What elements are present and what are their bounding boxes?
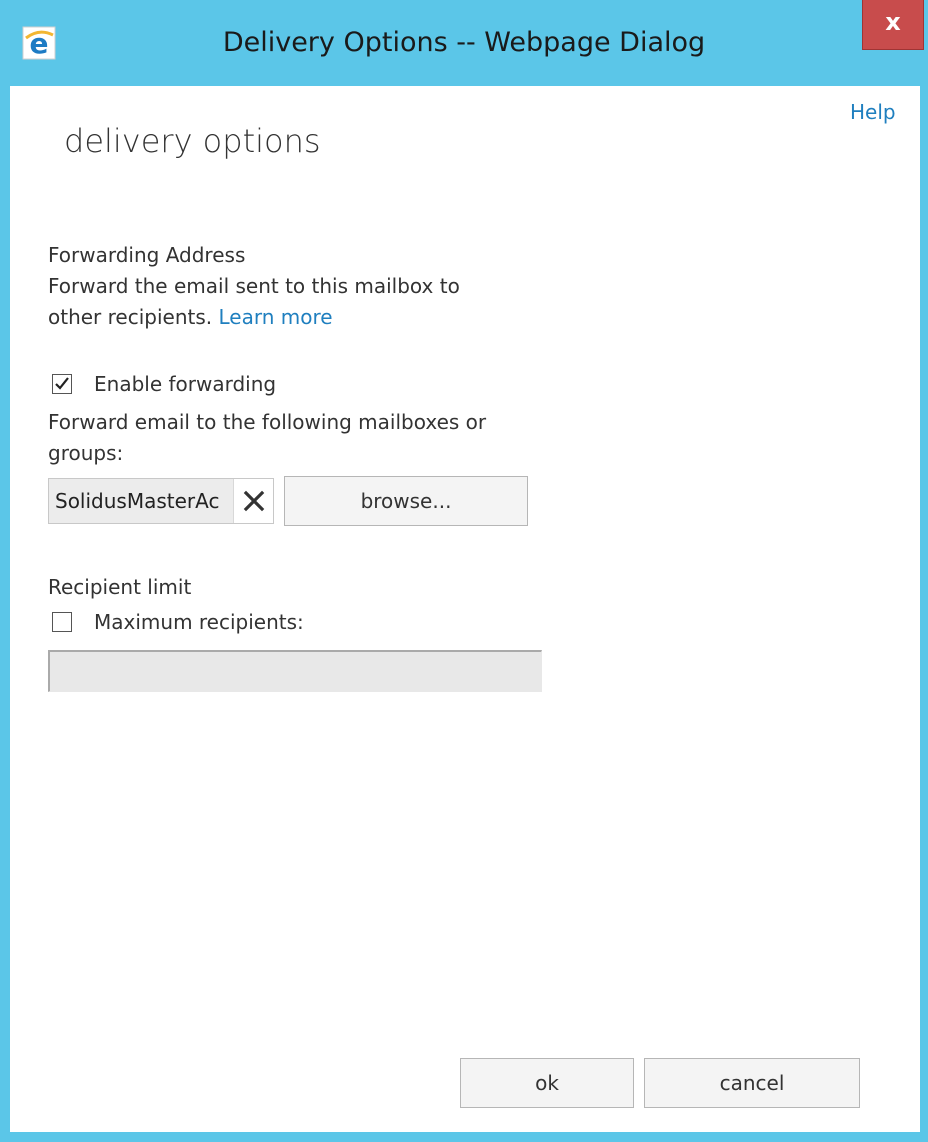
cancel-button[interactable]: cancel [644, 1058, 860, 1108]
maximum-recipients-label[interactable]: Maximum recipients: [94, 607, 304, 638]
maximum-recipients-checkbox[interactable] [52, 612, 72, 632]
enable-forwarding-checkbox[interactable] [52, 374, 72, 394]
forward-to-label: Forward email to the following mailboxes… [48, 410, 487, 434]
close-button[interactable]: x [862, 0, 924, 50]
enable-forwarding-label[interactable]: Enable forwarding [94, 369, 276, 400]
recipient-chip[interactable]: SolidusMasterAc [48, 478, 274, 524]
internet-explorer-icon: e [22, 26, 56, 60]
page-title: delivery options [64, 122, 321, 160]
forwarding-description-line2: other recipients. Learn more [48, 302, 333, 333]
forwarding-section-title: Forwarding Address [48, 243, 246, 267]
help-link[interactable]: Help [850, 100, 896, 124]
dialog-content: Help delivery options Forwarding Address… [10, 86, 920, 1132]
forwarding-description-text: other recipients. [48, 305, 213, 329]
title-bar[interactable]: Delivery Options -- Webpage Dialog e x [0, 0, 928, 86]
maximum-recipients-input [48, 650, 542, 692]
close-icon: x [885, 8, 901, 36]
browse-button[interactable]: browse... [284, 476, 528, 526]
learn-more-link[interactable]: Learn more [219, 305, 333, 329]
checkmark-icon [55, 377, 69, 390]
dialog-window: Delivery Options -- Webpage Dialog e x H… [0, 0, 928, 1142]
forwarding-description: Forward the email sent to this mailbox t… [48, 274, 460, 298]
forward-to-label-line2: groups: [48, 441, 124, 465]
recipient-chip-label: SolidusMasterAc [55, 489, 220, 513]
remove-recipient-button[interactable] [233, 479, 273, 523]
ok-button[interactable]: ok [460, 1058, 634, 1108]
window-title: Delivery Options -- Webpage Dialog [222, 27, 706, 58]
remove-x-icon [243, 490, 265, 512]
recipient-limit-title: Recipient limit [48, 575, 192, 599]
